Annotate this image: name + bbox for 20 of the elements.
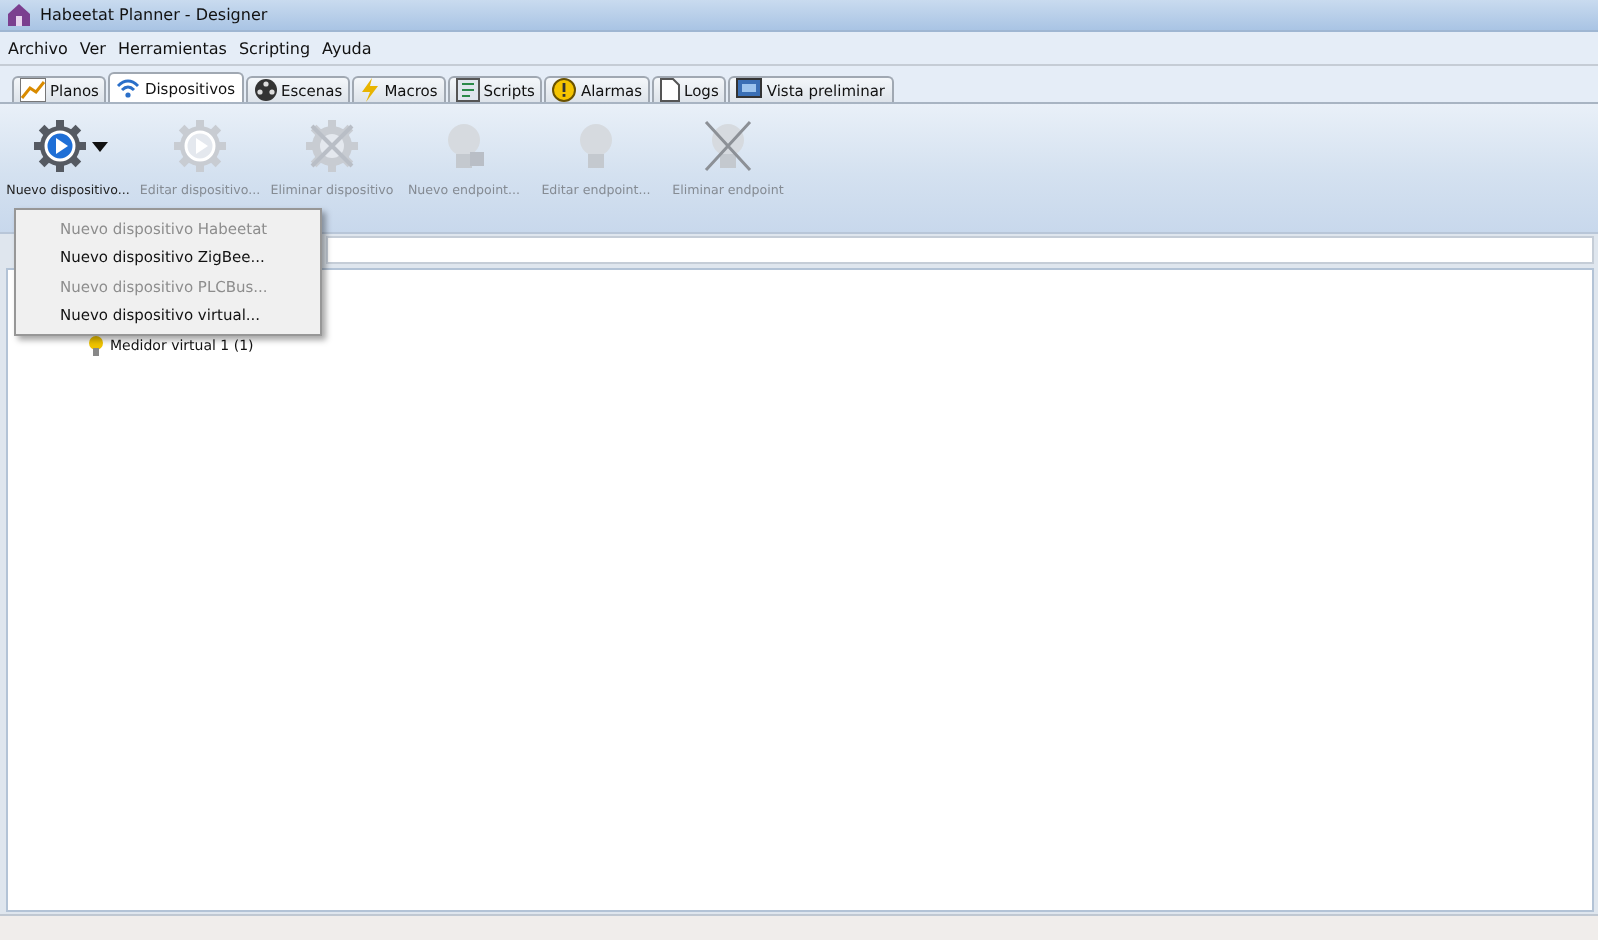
gear-x-icon bbox=[302, 116, 362, 176]
gear-icon bbox=[170, 116, 230, 176]
menu-item[interactable]: Scripting bbox=[232, 37, 317, 59]
script-icon bbox=[455, 78, 480, 102]
menu-item[interactable]: Herramientas bbox=[111, 37, 233, 59]
film-reel-icon bbox=[253, 78, 278, 102]
bulb-icon bbox=[88, 336, 104, 356]
window-title: Habeetat Planner - Designer bbox=[40, 6, 268, 24]
menu-item[interactable]: Ayuda bbox=[316, 37, 378, 59]
menu-item[interactable]: Ver bbox=[73, 37, 112, 59]
monitor-icon bbox=[736, 78, 763, 102]
page-icon bbox=[660, 78, 681, 102]
lightning-icon bbox=[360, 78, 381, 102]
menu-item[interactable]: Archivo bbox=[2, 37, 74, 59]
app-icon bbox=[8, 4, 30, 26]
gear-icon bbox=[29, 116, 89, 176]
wifi-icon bbox=[116, 76, 141, 100]
chart-icon bbox=[20, 78, 46, 102]
caret-icon[interactable] bbox=[91, 141, 107, 151]
alert-icon bbox=[552, 78, 577, 102]
